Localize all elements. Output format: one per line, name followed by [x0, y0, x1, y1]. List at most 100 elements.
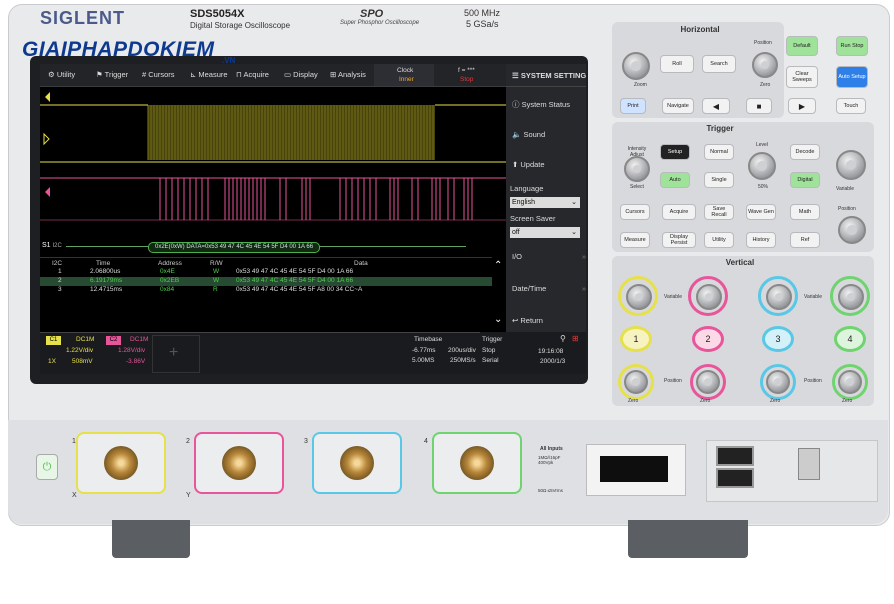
col-time: Time [96, 260, 111, 267]
display-persist-button[interactable]: Display Persist [662, 232, 696, 248]
print-button[interactable]: Print [620, 98, 646, 114]
measure-button[interactable]: Measure [620, 232, 650, 248]
ch2-scale-knob[interactable] [696, 284, 722, 310]
ch3-scale-knob[interactable] [766, 284, 792, 310]
top-menu-bar: ⚙ Utility ⚑ Trigger # Cursors ⊾ Measure … [40, 64, 540, 87]
nav-back-button[interactable]: ◀ [702, 98, 730, 114]
ch2-button[interactable]: 2 [692, 326, 724, 352]
save-recall-button[interactable]: Save Recall [704, 204, 734, 220]
ch2-bnc-connector[interactable] [222, 446, 256, 480]
table-scrollbar[interactable]: ⌃ ⌄ [492, 260, 504, 330]
auto-setup-button[interactable]: Auto Setup [836, 66, 868, 88]
scroll-down-icon[interactable]: ⌄ [494, 314, 502, 325]
screen-saver-label: Screen Saver [510, 214, 556, 223]
system-setting-panel: ☰ SYSTEM SETTING ⓘ System Status 🔈 Sound… [506, 64, 586, 374]
ch4-bnc-connector[interactable] [460, 446, 494, 480]
utility-button[interactable]: Utility [704, 232, 734, 248]
ch1-position-marker [45, 92, 50, 102]
ch2-coupling: DC1M [130, 336, 149, 343]
sound-item[interactable]: 🔈 Sound [512, 130, 586, 139]
math-button[interactable]: Math [790, 204, 820, 220]
horizontal-position-knob[interactable] [752, 52, 778, 78]
ch1-button[interactable]: 1 [620, 326, 652, 352]
nav-stop-button[interactable]: ■ [746, 98, 772, 114]
memory-depth: 5.00MS [412, 357, 435, 364]
ch1-offset: 508mV [72, 358, 93, 365]
trigger-setup-button[interactable]: Setup [660, 144, 690, 160]
date-time-item[interactable]: Date/Time» [512, 284, 586, 293]
menu-cursors[interactable]: # Cursors [142, 70, 175, 79]
status-bar: C1 DC1M 1.22V/div 1X 508mV C2 DC1M 1.28V… [40, 332, 506, 374]
add-channel-button[interactable]: + [152, 335, 200, 373]
plus-icon: + [169, 344, 179, 361]
ch3-bnc-connector[interactable] [340, 446, 374, 480]
menu-measure[interactable]: ⊾ Measure [190, 70, 228, 79]
language-select[interactable]: English ⌄ [510, 197, 580, 208]
screen-saver-select[interactable]: off ⌄ [510, 227, 580, 238]
return-item[interactable]: ↩ Return [512, 316, 586, 325]
trigger-type: Serial [482, 357, 499, 364]
ch4-position-knob[interactable] [838, 370, 862, 394]
io-item[interactable]: I/O» [512, 252, 586, 261]
touch-button[interactable]: Touch [836, 98, 866, 114]
table-row[interactable]: 1 2.06800us 0x4E W 0x53 49 47 4C 45 4E 5… [40, 268, 492, 277]
acquire-button[interactable]: Acquire [662, 204, 696, 220]
ch1-position-knob[interactable] [624, 370, 648, 394]
trigger-level-knob[interactable] [748, 152, 776, 180]
trigger-single-button[interactable]: Single [704, 172, 734, 188]
menu-acquire[interactable]: ⊓ Acquire [236, 70, 269, 79]
ch1-badge[interactable]: C1 [46, 336, 61, 345]
trigger-status-label: Trigger [482, 336, 503, 343]
menu-utility[interactable]: ⚙ Utility [48, 70, 75, 79]
table-row[interactable]: 3 12.4715ms 0x84 R 0x53 49 47 4C 45 4E 5… [40, 286, 492, 295]
display-screen[interactable]: ⚙ Utility ⚑ Trigger # Cursors ⊾ Measure … [40, 64, 586, 374]
trigger-normal-button[interactable]: Normal [704, 144, 734, 160]
usb-port-1[interactable] [716, 446, 754, 466]
ref-button[interactable]: Ref [790, 232, 820, 248]
decode-button[interactable]: Decode [790, 144, 820, 160]
default-button[interactable]: Default [786, 36, 818, 56]
history-button[interactable]: History [746, 232, 776, 248]
horizontal-scale-knob[interactable] [622, 52, 650, 80]
wave-gen-button[interactable]: Wave Gen [746, 204, 776, 220]
table-row[interactable]: 2 6.19179ms 0x2EB W 0x53 49 47 4C 45 4E … [40, 277, 492, 286]
ch4-scale-knob[interactable] [838, 284, 864, 310]
math-position-knob[interactable] [838, 216, 866, 244]
clock-value: Inner [399, 76, 414, 83]
ch2-position-knob[interactable] [696, 370, 720, 394]
ch2-badge[interactable]: C2 [106, 336, 121, 345]
ch3-button[interactable]: 3 [762, 326, 794, 352]
input2-label: 2 [186, 438, 190, 445]
nav-forward-button[interactable]: ▶ [788, 98, 816, 114]
ch3-position-knob[interactable] [766, 370, 790, 394]
probe-comp-terminal[interactable] [798, 448, 820, 480]
run-stop-button[interactable]: Run Stop [836, 36, 868, 56]
clock-date: 2000/1/3 [540, 358, 566, 365]
power-button[interactable]: ⏻ [36, 454, 58, 480]
trigger-auto-button[interactable]: Auto [660, 172, 690, 188]
system-status-item[interactable]: ⓘ System Status [512, 99, 586, 110]
select-label: Select [630, 184, 644, 190]
front-usb-port[interactable] [600, 456, 668, 482]
navigate-button[interactable]: Navigate [662, 98, 694, 114]
clear-sweeps-button[interactable]: Clear Sweeps [786, 66, 818, 88]
ch1-scale-knob[interactable] [626, 284, 652, 310]
menu-trigger[interactable]: ⚑ Trigger [96, 70, 128, 79]
usb-port-2[interactable] [716, 468, 754, 488]
network-icon: ⊞ [572, 334, 579, 343]
multipurpose-knob[interactable] [836, 150, 866, 180]
menu-display[interactable]: ▭ Display [284, 70, 318, 79]
search-button[interactable]: Search [702, 55, 736, 73]
digital-button[interactable]: Digital [790, 172, 820, 188]
roll-button[interactable]: Roll [660, 55, 694, 73]
update-item[interactable]: ⬆ Update [512, 160, 586, 169]
ch1-bnc-connector[interactable] [104, 446, 138, 480]
run-state: Stop [460, 76, 474, 83]
scroll-up-icon[interactable]: ⌃ [494, 260, 502, 271]
intensity-knob[interactable] [624, 156, 650, 182]
ch4-button[interactable]: 4 [834, 326, 866, 352]
menu-analysis[interactable]: ⊞ Analysis [330, 70, 366, 79]
waveform-area[interactable] [40, 90, 506, 250]
cursors-button[interactable]: Cursors [620, 204, 650, 220]
ch1-burst-fill [148, 105, 435, 160]
